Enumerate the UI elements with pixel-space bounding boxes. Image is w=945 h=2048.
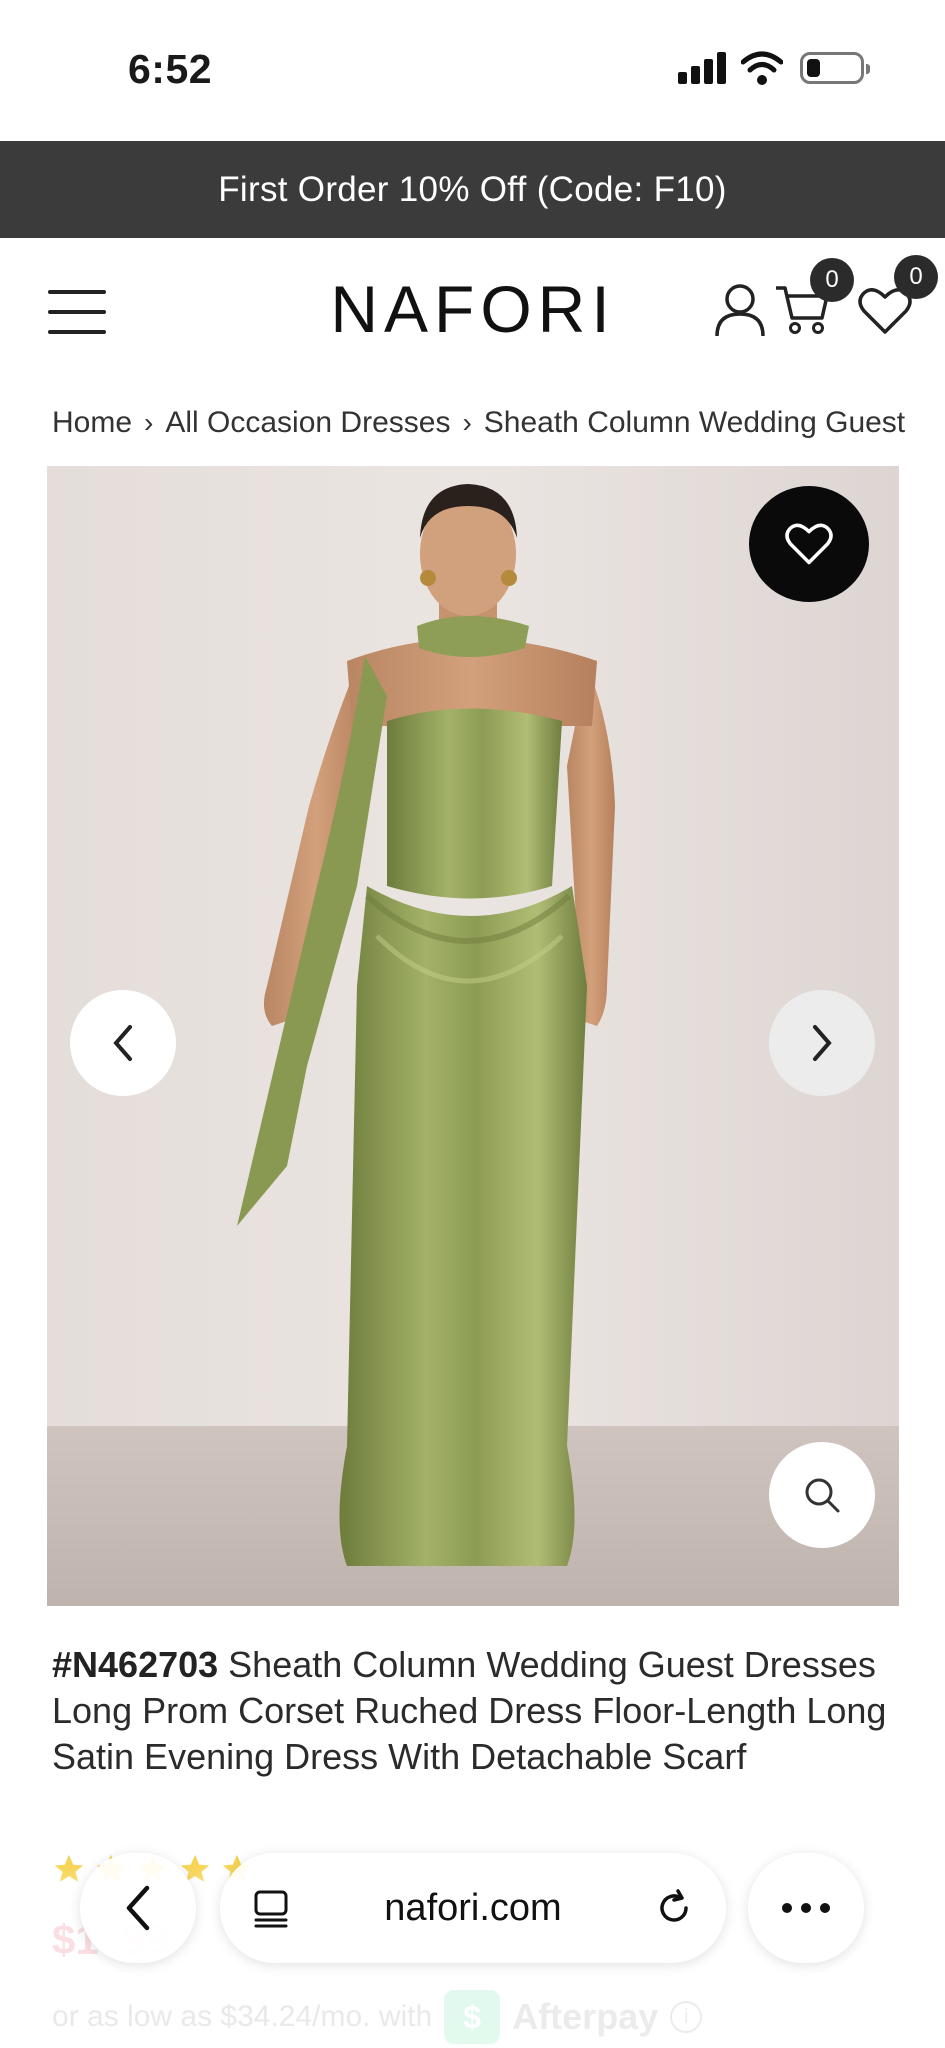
zoom-button[interactable] — [769, 1442, 875, 1548]
chevron-right-icon — [813, 1025, 832, 1061]
tabs-overview-icon[interactable] — [252, 1888, 292, 1928]
wifi-icon — [741, 51, 783, 85]
promo-banner[interactable]: First Order 10% Off (Code: F10) — [0, 141, 945, 238]
chevron-right-icon: › — [144, 407, 154, 438]
browser-address-bar[interactable]: nafori.com — [220, 1853, 726, 1963]
star-icon — [54, 1854, 84, 1882]
account-icon[interactable] — [714, 282, 766, 338]
afterpay-line: or as low as $34.24/mo. with $ Afterpay … — [52, 1990, 703, 2044]
breadcrumb-category[interactable]: All Occasion Dresses — [165, 406, 450, 440]
next-image-button[interactable] — [769, 990, 875, 1096]
dollar-icon: $ — [444, 1990, 501, 2044]
promo-text: First Order 10% Off (Code: F10) — [218, 169, 727, 209]
search-icon — [805, 1478, 840, 1513]
wishlist-count-badge: 0 — [894, 255, 938, 299]
chevron-left-icon — [113, 1025, 132, 1061]
status-bar: 6:52 — [0, 0, 945, 141]
chevron-right-icon: › — [462, 407, 472, 438]
more-options-icon — [782, 1903, 830, 1913]
favorite-button[interactable] — [749, 486, 869, 602]
site-logo[interactable]: NAFORI — [330, 272, 615, 346]
reload-icon[interactable] — [654, 1888, 694, 1928]
battery-icon — [800, 52, 870, 84]
info-icon[interactable]: i — [670, 2001, 703, 2033]
breadcrumb: Home › All Occasion Dresses › Sheath Col… — [52, 398, 918, 448]
afterpay-brand: Afterpay — [512, 1996, 659, 2037]
cart-count-badge: 0 — [810, 258, 854, 302]
cellular-signal-icon — [678, 52, 726, 84]
breadcrumb-home[interactable]: Home — [52, 406, 132, 440]
breadcrumb-current: Sheath Column Wedding Guest — [483, 406, 906, 439]
browser-more-button[interactable] — [748, 1853, 864, 1963]
product-title: #N462703 Sheath Column Wedding Guest Dre… — [52, 1642, 897, 1780]
heart-icon — [785, 523, 833, 565]
previous-image-button[interactable] — [70, 990, 176, 1096]
afterpay-text: or as low as $34.24/mo. with — [52, 2000, 433, 2033]
status-time: 6:52 — [128, 46, 213, 92]
chevron-left-icon — [126, 1885, 150, 1931]
site-header: NAFORI 0 0 — [0, 238, 945, 378]
browser-back-button[interactable] — [80, 1853, 196, 1963]
product-sku: #N462703 — [52, 1644, 219, 1685]
url-text[interactable]: nafori.com — [384, 1887, 561, 1930]
menu-icon[interactable] — [48, 290, 106, 334]
